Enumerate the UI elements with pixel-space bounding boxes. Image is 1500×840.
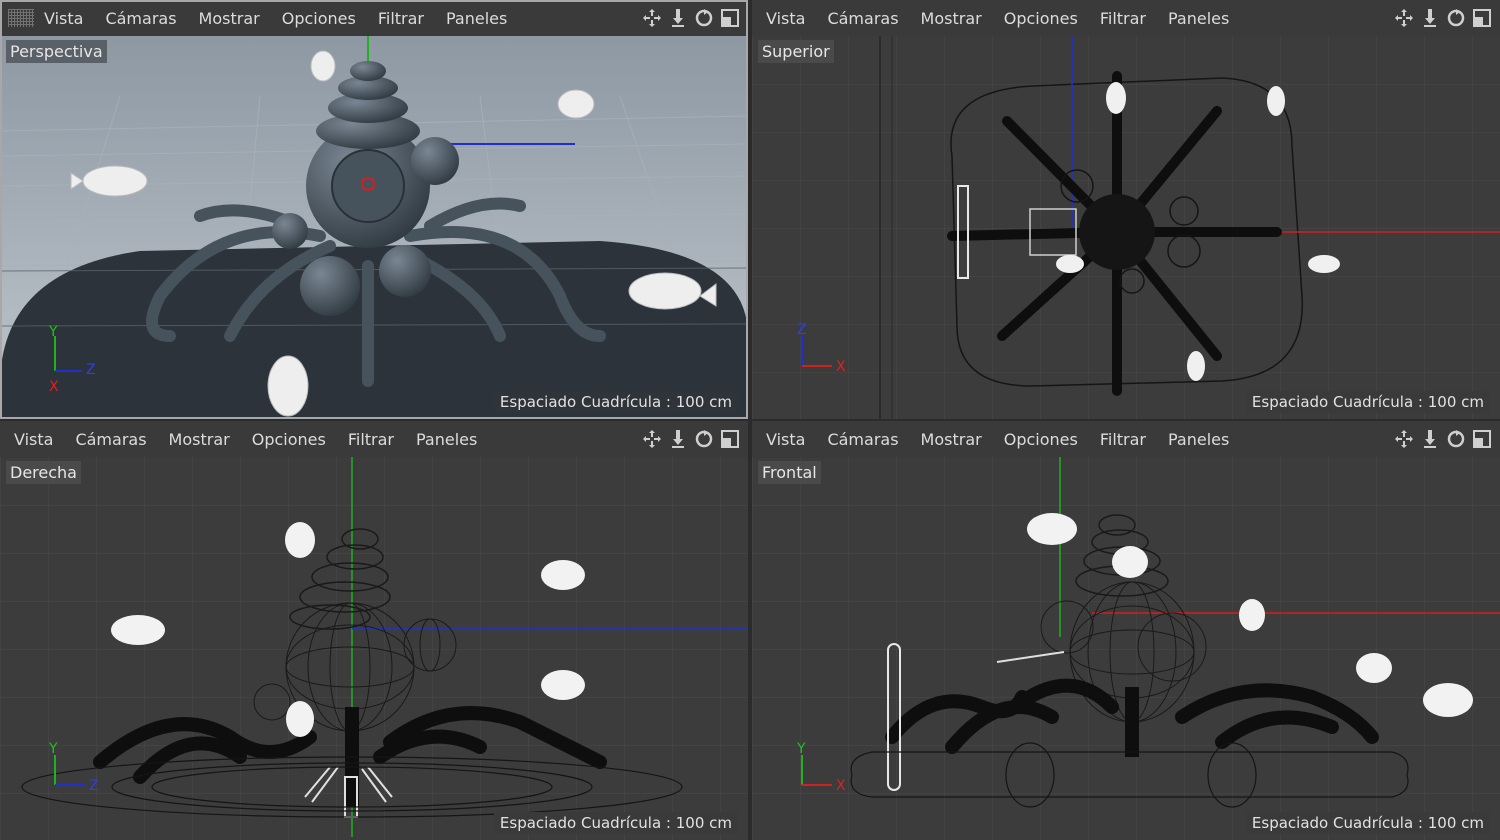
axis-label-y: Y <box>796 741 806 757</box>
grid-spacing-label: Espaciado Cuadrícula : 100 cm <box>1245 812 1490 834</box>
menu-camaras[interactable]: Cámaras <box>816 430 909 449</box>
axis-label-y: Y <box>48 324 58 340</box>
axis-label-y: Y <box>48 741 58 757</box>
rotate-icon[interactable] <box>1446 429 1466 449</box>
menu-paneles[interactable]: Paneles <box>405 430 488 449</box>
viewport-menubar: Vista Cámaras Mostrar Opciones Filtrar P… <box>752 421 1500 458</box>
grid-spacing-label: Espaciado Cuadrícula : 100 cm <box>493 812 738 834</box>
viewport-perspective[interactable]: Vista Cámaras Mostrar Opciones Filtrar P… <box>0 0 748 419</box>
maximize-icon[interactable] <box>720 429 740 449</box>
menu-camaras[interactable]: Cámaras <box>816 9 909 28</box>
viewport-stage[interactable]: Y X Frontal Espaciado Cuadrícula : 100 c… <box>752 457 1500 840</box>
menu-vista[interactable]: Vista <box>38 9 94 28</box>
menu-camaras[interactable]: Cámaras <box>64 430 157 449</box>
menu-mostrar[interactable]: Mostrar <box>158 430 241 449</box>
top-scene: Z X <box>752 36 1500 419</box>
viewport-menubar: Vista Cámaras Mostrar Opciones Filtrar P… <box>0 421 748 458</box>
axis-label-x: X <box>836 778 846 794</box>
camera-label[interactable]: Frontal <box>758 461 821 484</box>
menu-paneles[interactable]: Paneles <box>1157 430 1240 449</box>
menu-opciones[interactable]: Opciones <box>993 430 1089 449</box>
front-scene: Y X <box>752 457 1500 840</box>
maximize-icon[interactable] <box>720 8 740 28</box>
zoom-icon[interactable] <box>668 429 688 449</box>
menu-filtrar[interactable]: Filtrar <box>337 430 405 449</box>
maximize-icon[interactable] <box>1472 429 1492 449</box>
rotate-icon[interactable] <box>694 429 714 449</box>
grid-spacing-label: Espaciado Cuadrícula : 100 cm <box>1245 391 1490 413</box>
viewport-right[interactable]: Vista Cámaras Mostrar Opciones Filtrar P… <box>0 421 748 840</box>
rotate-icon[interactable] <box>694 8 714 28</box>
axis-label-x: X <box>836 359 846 375</box>
move-icon[interactable] <box>642 429 662 449</box>
menu-mostrar[interactable]: Mostrar <box>910 430 993 449</box>
menu-camaras[interactable]: Cámaras <box>94 9 187 28</box>
rotate-icon[interactable] <box>1446 8 1466 28</box>
axis-label-z: Z <box>797 322 807 338</box>
menu-paneles[interactable]: Paneles <box>435 9 518 28</box>
viewport-stage[interactable]: Z X Superior Espaciado Cuadrícula : 100 … <box>752 36 1500 419</box>
zoom-icon[interactable] <box>1420 429 1440 449</box>
menu-opciones[interactable]: Opciones <box>241 430 337 449</box>
camera-label[interactable]: Derecha <box>6 461 81 484</box>
axis-label-x: X <box>49 379 59 395</box>
camera-label[interactable]: Superior <box>758 40 834 63</box>
move-icon[interactable] <box>1394 429 1414 449</box>
viewport-front[interactable]: Vista Cámaras Mostrar Opciones Filtrar P… <box>752 421 1500 840</box>
menu-vista[interactable]: Vista <box>0 430 64 449</box>
grid-spacing-label: Espaciado Cuadrícula : 100 cm <box>493 391 738 413</box>
move-icon[interactable] <box>642 8 662 28</box>
menu-mostrar[interactable]: Mostrar <box>188 9 271 28</box>
viewport-stage[interactable]: Y Z X Perspectiva Espaciado Cuadrícula :… <box>0 36 748 419</box>
right-scene: Y Z <box>0 457 748 840</box>
menu-opciones[interactable]: Opciones <box>271 9 367 28</box>
nav-icons <box>642 429 740 449</box>
viewport-top[interactable]: Vista Cámaras Mostrar Opciones Filtrar P… <box>752 0 1500 419</box>
grip-icon[interactable] <box>8 9 34 27</box>
menu-vista[interactable]: Vista <box>752 430 816 449</box>
viewport-menubar: Vista Cámaras Mostrar Opciones Filtrar P… <box>752 0 1500 37</box>
menu-mostrar[interactable]: Mostrar <box>910 9 993 28</box>
maximize-icon[interactable] <box>1472 8 1492 28</box>
menu-filtrar[interactable]: Filtrar <box>1089 430 1157 449</box>
nav-icons <box>1394 429 1492 449</box>
camera-label[interactable]: Perspectiva <box>6 40 107 63</box>
zoom-icon[interactable] <box>668 8 688 28</box>
axis-label-z: Z <box>86 362 96 378</box>
menu-vista[interactable]: Vista <box>752 9 816 28</box>
nav-icons <box>1394 8 1492 28</box>
menu-filtrar[interactable]: Filtrar <box>367 9 435 28</box>
zoom-icon[interactable] <box>1420 8 1440 28</box>
perspective-scene: Y Z X <box>0 36 748 419</box>
menu-paneles[interactable]: Paneles <box>1157 9 1240 28</box>
menu-opciones[interactable]: Opciones <box>993 9 1089 28</box>
axis-label-z: Z <box>89 778 99 794</box>
nav-icons <box>642 8 740 28</box>
menu-filtrar[interactable]: Filtrar <box>1089 9 1157 28</box>
move-icon[interactable] <box>1394 8 1414 28</box>
viewport-menubar: Vista Cámaras Mostrar Opciones Filtrar P… <box>0 0 748 37</box>
viewport-stage[interactable]: Y Z Derecha Espaciado Cuadrícula : 100 c… <box>0 457 748 840</box>
